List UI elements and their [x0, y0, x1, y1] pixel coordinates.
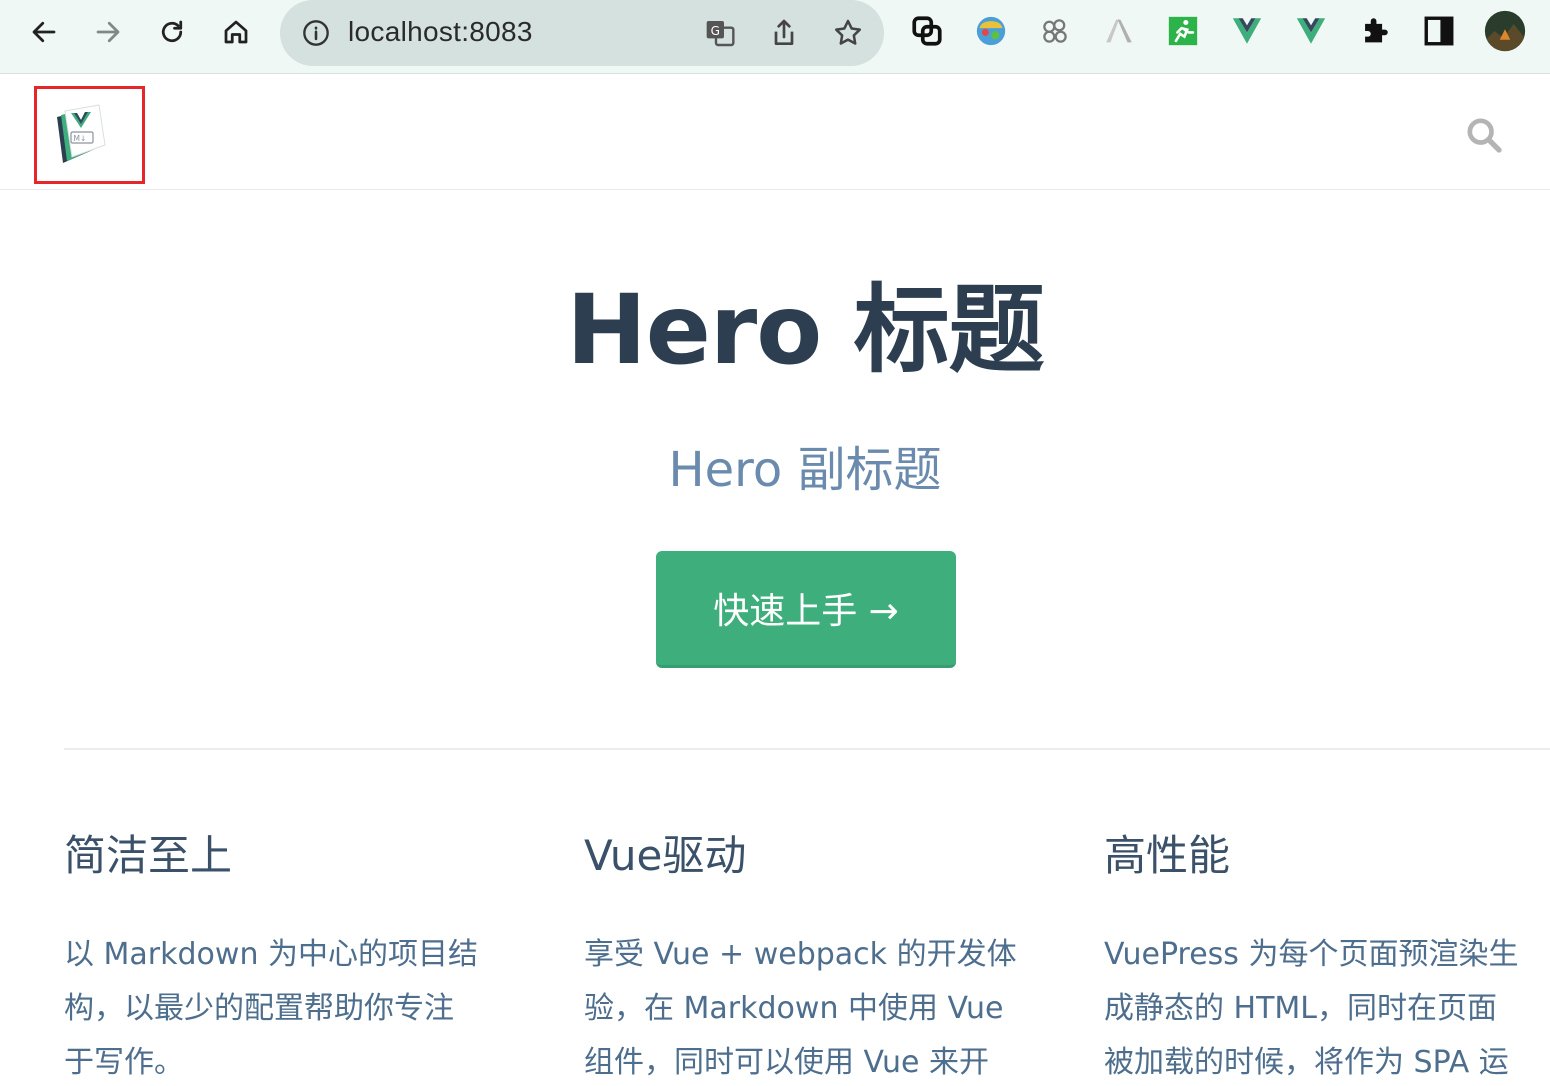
feature-title: Vue驱动: [584, 831, 747, 880]
feature-line: 享受 Vue + webpack 的开发体: [584, 937, 1017, 972]
bookmark-star-icon[interactable]: [832, 17, 864, 49]
url-text[interactable]: localhost:8083: [348, 16, 533, 48]
feature-line: 成静态的 HTML，同时在页面: [1104, 991, 1498, 1026]
home-button[interactable]: [216, 12, 256, 52]
logo-markdown-mark: M↓: [74, 134, 87, 143]
vuepress-logo-icon: M↓: [57, 104, 106, 163]
paw-extension-icon: [1043, 19, 1067, 43]
feature-card-vue-powered: Vue驱动 享受 Vue + webpack 的开发体 验，在 Markdown…: [584, 826, 1039, 1086]
back-button[interactable]: [24, 12, 64, 52]
feature-description: VuePress 为每个页面预渲染生 成静态的 HTML，同时在页面 被加载的时…: [1104, 928, 1550, 1086]
svg-text:G: G: [711, 24, 720, 38]
forward-button[interactable]: [88, 12, 128, 52]
site-logo-link[interactable]: M↓: [34, 86, 145, 184]
reload-icon: [161, 20, 183, 43]
vue-devtools-button-2[interactable]: [1294, 14, 1328, 48]
site-info-icon[interactable]: [302, 19, 330, 47]
side-panel-icon: [1424, 16, 1454, 46]
home-icon: [224, 20, 248, 44]
get-started-button[interactable]: 快速上手 →: [656, 551, 956, 668]
feature-line: 组件，同时可以使用 Vue 来开: [584, 1045, 990, 1080]
feature-title: 简洁至上: [64, 831, 233, 880]
translate-icon[interactable]: G: [704, 17, 736, 49]
green-runner-extension-button[interactable]: [1166, 14, 1200, 48]
feature-description: 以 Markdown 为中心的项目结 构，以最少的配置帮助你专注 于写作。: [64, 928, 519, 1086]
puzzle-extensions-icon: [1365, 18, 1388, 43]
browser-toolbar: localhost:8083 G: [0, 0, 1550, 74]
feature-line: 以 Markdown 为中心的项目结: [64, 937, 478, 972]
link-icon: [912, 16, 942, 46]
search-icon[interactable]: [1464, 115, 1504, 155]
link-extension-button[interactable]: [910, 14, 944, 48]
profile-avatar[interactable]: [1484, 10, 1526, 52]
share-icon[interactable]: [768, 17, 800, 49]
feature-line: 验，在 Markdown 中使用 Vue: [584, 991, 1004, 1026]
green-runner-extension-icon: [1168, 16, 1198, 46]
vue-devtools-icon: [1232, 18, 1262, 44]
a-logo-extension-button[interactable]: [1102, 14, 1136, 48]
forward-arrow-icon: [96, 21, 120, 43]
feature-line: 构，以最少的配置帮助你专注: [64, 991, 454, 1026]
a-logo-extension-icon: [1106, 19, 1132, 43]
feature-card-performance: 高性能 VuePress 为每个页面预渲染生 成静态的 HTML，同时在页面 被…: [1104, 826, 1550, 1086]
colorful-extension-icon: [976, 16, 1006, 46]
side-panel-button[interactable]: [1422, 14, 1456, 48]
vue-devtools-icon-2: [1296, 18, 1326, 44]
back-arrow-icon: [32, 21, 56, 43]
hero-subtitle: Hero 副标题: [668, 442, 942, 498]
vue-devtools-button[interactable]: [1230, 14, 1264, 48]
avatar-icon: [1484, 10, 1526, 52]
feature-card-simplicity: 简洁至上 以 Markdown 为中心的项目结 构，以最少的配置帮助你专注 于写…: [64, 826, 519, 1086]
reload-button[interactable]: [152, 12, 192, 52]
feature-line: VuePress 为每个页面预渲染生: [1104, 937, 1519, 972]
feature-description: 享受 Vue + webpack 的开发体 验，在 Markdown 中使用 V…: [584, 928, 1039, 1086]
feature-line: 于写作。: [64, 1045, 184, 1080]
paw-extension-button[interactable]: [1038, 14, 1072, 48]
section-divider: [64, 748, 1550, 750]
extensions-button[interactable]: [1358, 14, 1392, 48]
hero-title: Hero 标题: [566, 274, 1044, 386]
feature-line: 被加载的时候，将作为 SPA 运: [1104, 1045, 1509, 1080]
feature-title: 高性能: [1104, 831, 1231, 880]
site-navbar: M↓: [0, 75, 1550, 190]
address-bar[interactable]: localhost:8083 G: [280, 0, 884, 66]
colorful-extension-button[interactable]: [974, 14, 1008, 48]
